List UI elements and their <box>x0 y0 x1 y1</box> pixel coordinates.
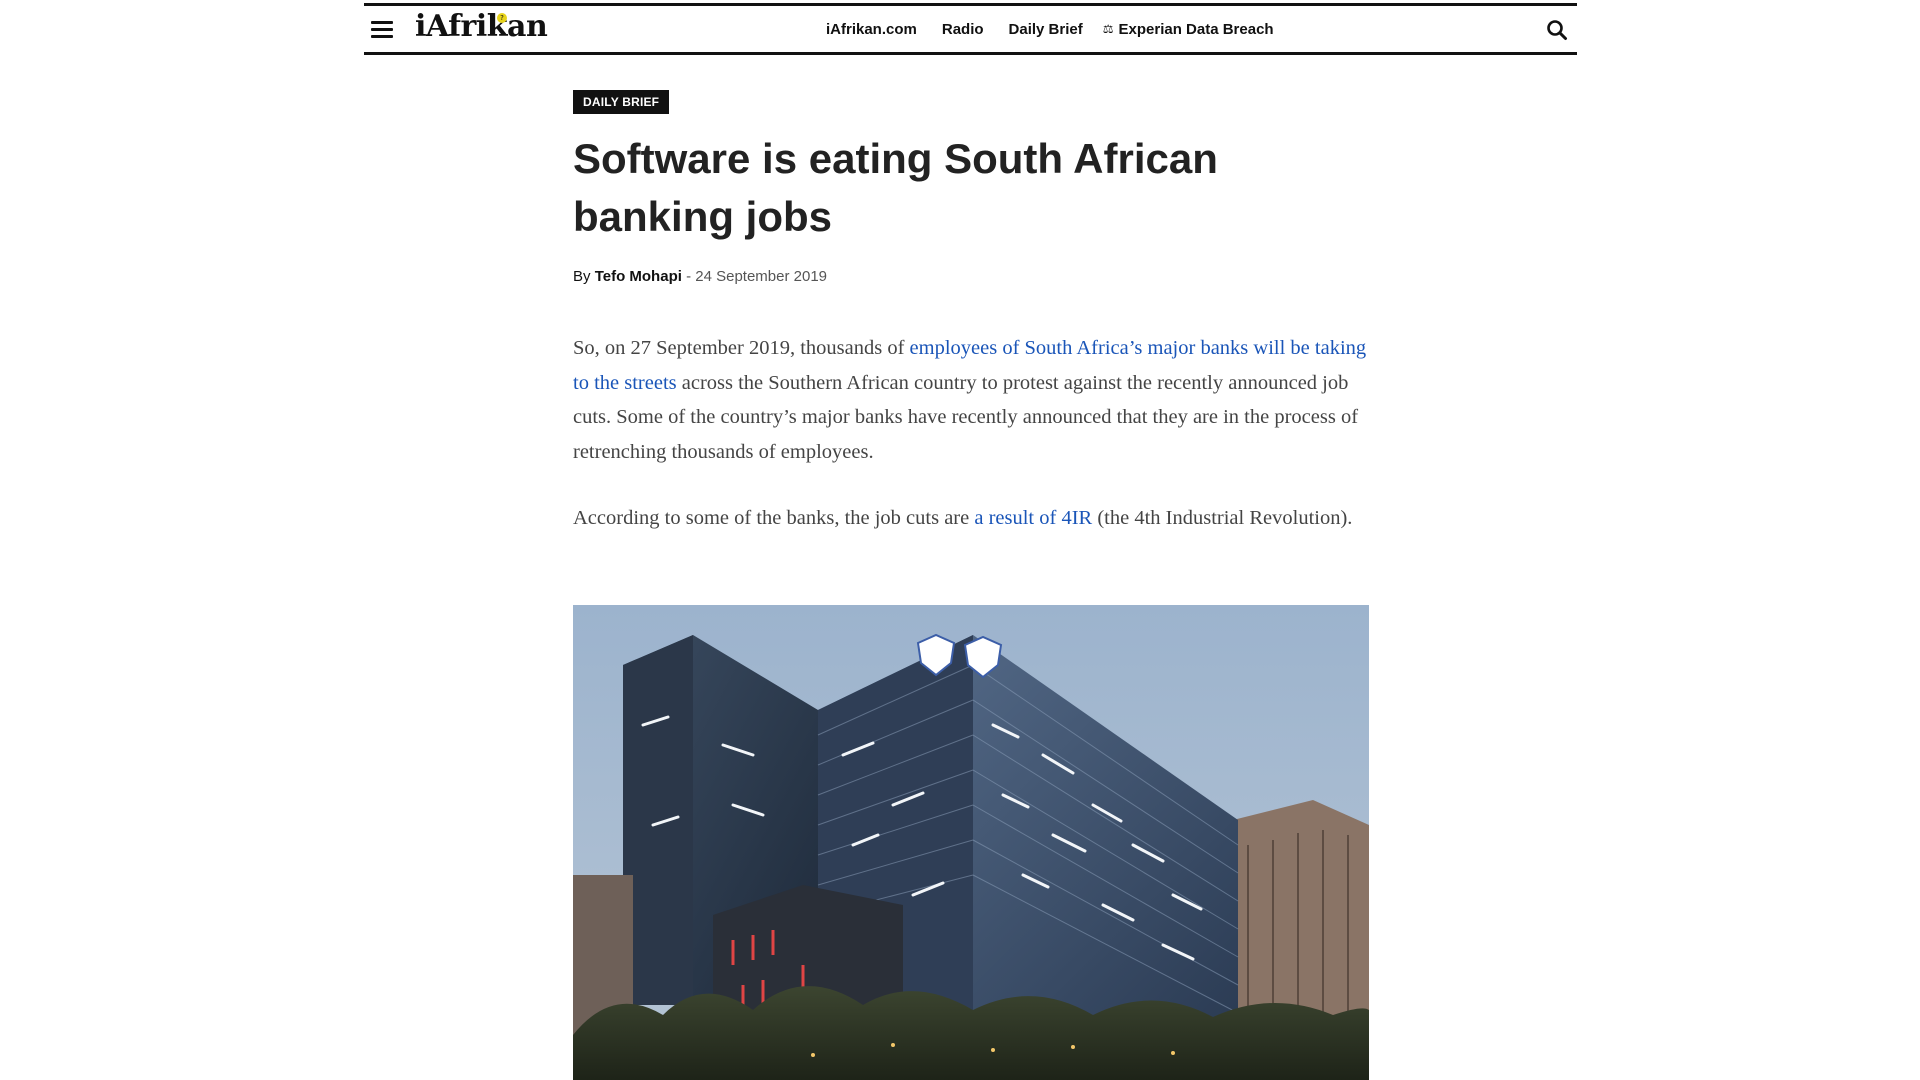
article-body: So, on 27 September 2019, thousands of e… <box>573 331 1369 536</box>
paragraph-text: According to some of the banks, the job … <box>573 507 975 529</box>
logo-text: iAfrikan <box>415 9 548 44</box>
byline-separator: - <box>686 268 692 285</box>
search-icon[interactable] <box>1546 19 1568 41</box>
article: Daily Brief Software is eating South Afr… <box>573 90 1369 568</box>
author-link[interactable]: Tefo Mohapi <box>595 268 682 285</box>
nav-item-radio[interactable]: Radio <box>937 21 984 38</box>
nav-item-label: Radio <box>941 20 984 38</box>
article-title: Software is eating South African banking… <box>573 135 1218 240</box>
byline-prefix: By <box>573 268 591 285</box>
publish-date: 24 September 2019 <box>695 268 828 285</box>
site-logo[interactable]: iAfrikan <box>415 7 548 47</box>
inline-link[interactable]: a result of 4IR <box>974 507 1092 529</box>
paragraph-text: (the 4th Industrial Revolution). <box>1092 507 1353 529</box>
byline: By Tefo Mohapi - 24 September 2019 <box>573 268 1369 285</box>
site-header: iAfrikan ? iAfrikan.com Radio Daily Brie… <box>364 3 1577 55</box>
paragraph-text: So, on 27 September 2019, thousands of <box>573 337 910 359</box>
logo-accent-icon: ? <box>497 13 507 23</box>
category-badge[interactable]: Daily Brief <box>573 90 670 114</box>
nav-item-daily-brief[interactable]: Daily Brief <box>1004 21 1083 38</box>
nav-item-label: Experian Data Breach <box>1118 20 1274 38</box>
scales-icon: ⚖ <box>1102 22 1114 36</box>
bank-building-illustration <box>573 605 1369 1080</box>
paragraph: According to some of the banks, the job … <box>573 501 1369 536</box>
paragraph-text: across the Southern African country to p… <box>573 371 1359 463</box>
nav-item-label: iAfrikan.com <box>826 20 917 38</box>
paragraph: So, on 27 September 2019, thousands of e… <box>573 331 1369 469</box>
nav-item-experian[interactable]: ⚖ Experian Data Breach <box>1103 21 1274 38</box>
nav-item-label: Daily Brief <box>1008 20 1083 38</box>
article-hero-image <box>573 605 1369 1080</box>
nav-item-iafrikan[interactable]: iAfrikan.com <box>821 21 917 38</box>
main-nav: iAfrikan.com Radio Daily Brief ⚖ Experia… <box>821 6 1274 52</box>
menu-icon[interactable] <box>371 21 393 39</box>
